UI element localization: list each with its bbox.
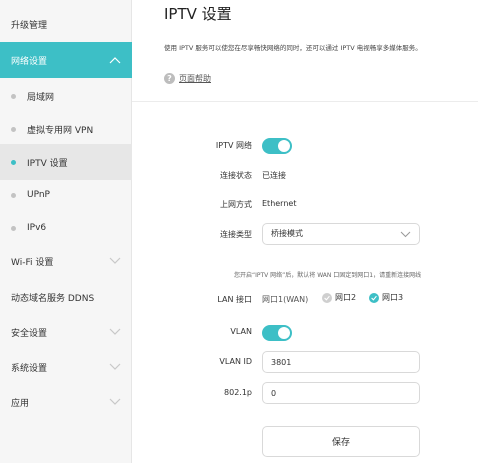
sidebar-item-ipv6[interactable]: IPv6 <box>0 210 132 246</box>
lan-port2-label: 网口2 <box>335 293 357 302</box>
page-description: 使用 IPTV 服务可以使您在尽享畅快网络的同时，还可以通过 IPTV 电视畅享… <box>164 44 422 52</box>
sidebar-item-network[interactable]: 网络设置 <box>0 42 132 78</box>
lan-wan-port: 网口1(WAN) <box>262 295 309 304</box>
internet-mode-value: Ethernet <box>262 199 297 208</box>
help-link[interactable]: ? 页面帮助 <box>164 73 211 84</box>
lan-port3-checkbox[interactable]: 网口3 <box>369 292 403 303</box>
connection-status-value: 已连接 <box>262 171 286 180</box>
vlan-label: VLAN <box>230 327 252 336</box>
chevron-up-icon <box>109 57 121 64</box>
chevron-down-icon <box>400 231 411 238</box>
sidebar-item-label: IPv6 <box>27 223 47 233</box>
bullet-icon <box>11 225 16 231</box>
iptv-network-label: IPTV 网络 <box>215 141 252 150</box>
connection-type-select[interactable]: 桥接模式 <box>262 223 420 245</box>
p8021-label: 802.1p <box>224 388 252 397</box>
sidebar-item-upgrade[interactable]: 升级管理 <box>0 6 132 42</box>
sidebar-item-system[interactable]: 系统设置 <box>0 349 132 385</box>
connection-type-value: 桥接模式 <box>271 229 303 238</box>
sidebar-item-label: 网络设置 <box>11 56 48 67</box>
sidebar-item-wifi[interactable]: Wi-Fi 设置 <box>0 243 132 279</box>
chevron-down-icon <box>109 328 121 335</box>
divider <box>132 101 478 102</box>
vlan-id-input[interactable] <box>262 351 420 373</box>
sidebar-item-label: 升级管理 <box>11 20 48 31</box>
sidebar-item-label: UPnP <box>27 190 50 200</box>
check-icon <box>369 292 379 303</box>
bullet-icon <box>11 159 16 165</box>
sidebar-item-label: 虚拟专用网 VPN <box>27 125 94 136</box>
sidebar-item-security[interactable]: 安全设置 <box>0 314 132 350</box>
sidebar-item-vpn[interactable]: 虚拟专用网 VPN <box>0 111 132 147</box>
vlan-id-label: VLAN ID <box>219 357 252 366</box>
sidebar-item-label: 系统设置 <box>11 363 48 374</box>
sidebar-item-label: 应用 <box>11 398 30 409</box>
chevron-down-icon <box>109 398 121 405</box>
bullet-icon <box>11 126 16 132</box>
lan-port3-label: 网口3 <box>382 293 404 302</box>
bullet-icon <box>11 192 16 198</box>
sidebar-item-ddns[interactable]: 动态域名服务 DDNS <box>0 279 132 315</box>
chevron-down-icon <box>109 257 121 264</box>
sidebar-item-lan[interactable]: 局域网 <box>0 78 132 114</box>
sidebar-item-upnp[interactable]: UPnP <box>0 177 132 213</box>
sidebar-item-label: 局域网 <box>27 92 55 103</box>
app-root: 升级管理 网络设置 局域网 虚拟专用网 VPN IPTV 设置 UPnP IPv <box>0 0 478 463</box>
vlan-toggle[interactable] <box>262 325 292 341</box>
iptv-network-toggle[interactable] <box>262 138 292 154</box>
p8021-input[interactable] <box>262 382 420 404</box>
sidebar-item-label: 安全设置 <box>11 328 48 339</box>
save-button[interactable]: 保存 <box>262 426 420 457</box>
help-link-label: 页面帮助 <box>179 74 211 83</box>
sidebar-item-label: IPTV 设置 <box>27 158 68 169</box>
check-icon <box>322 292 332 303</box>
sidebar-item-iptv[interactable]: IPTV 设置 <box>0 144 132 180</box>
bullet-icon <box>11 93 16 99</box>
lan-interface-label: LAN 接口 <box>217 295 252 304</box>
lan-port2-checkbox[interactable]: 网口2 <box>322 292 356 303</box>
iptv-notice: 您开启“IPTV 网络”后，默认将 WAN 口固定到网口1，请重新连接网线 <box>234 272 422 279</box>
toggle-knob <box>278 327 290 339</box>
sidebar-item-label: Wi-Fi 设置 <box>11 257 54 268</box>
chevron-down-icon <box>109 363 121 370</box>
sidebar: 升级管理 网络设置 局域网 虚拟专用网 VPN IPTV 设置 UPnP IPv <box>0 0 132 463</box>
connection-type-label: 连接类型 <box>220 230 252 239</box>
sidebar-item-label: 动态域名服务 DDNS <box>11 293 95 304</box>
toggle-knob <box>278 140 290 152</box>
connection-status-label: 连接状态 <box>220 171 252 180</box>
sidebar-item-apps[interactable]: 应用 <box>0 384 132 420</box>
internet-mode-label: 上网方式 <box>220 200 252 209</box>
help-icon: ? <box>164 73 175 84</box>
page-title: IPTV 设置 <box>164 5 232 23</box>
